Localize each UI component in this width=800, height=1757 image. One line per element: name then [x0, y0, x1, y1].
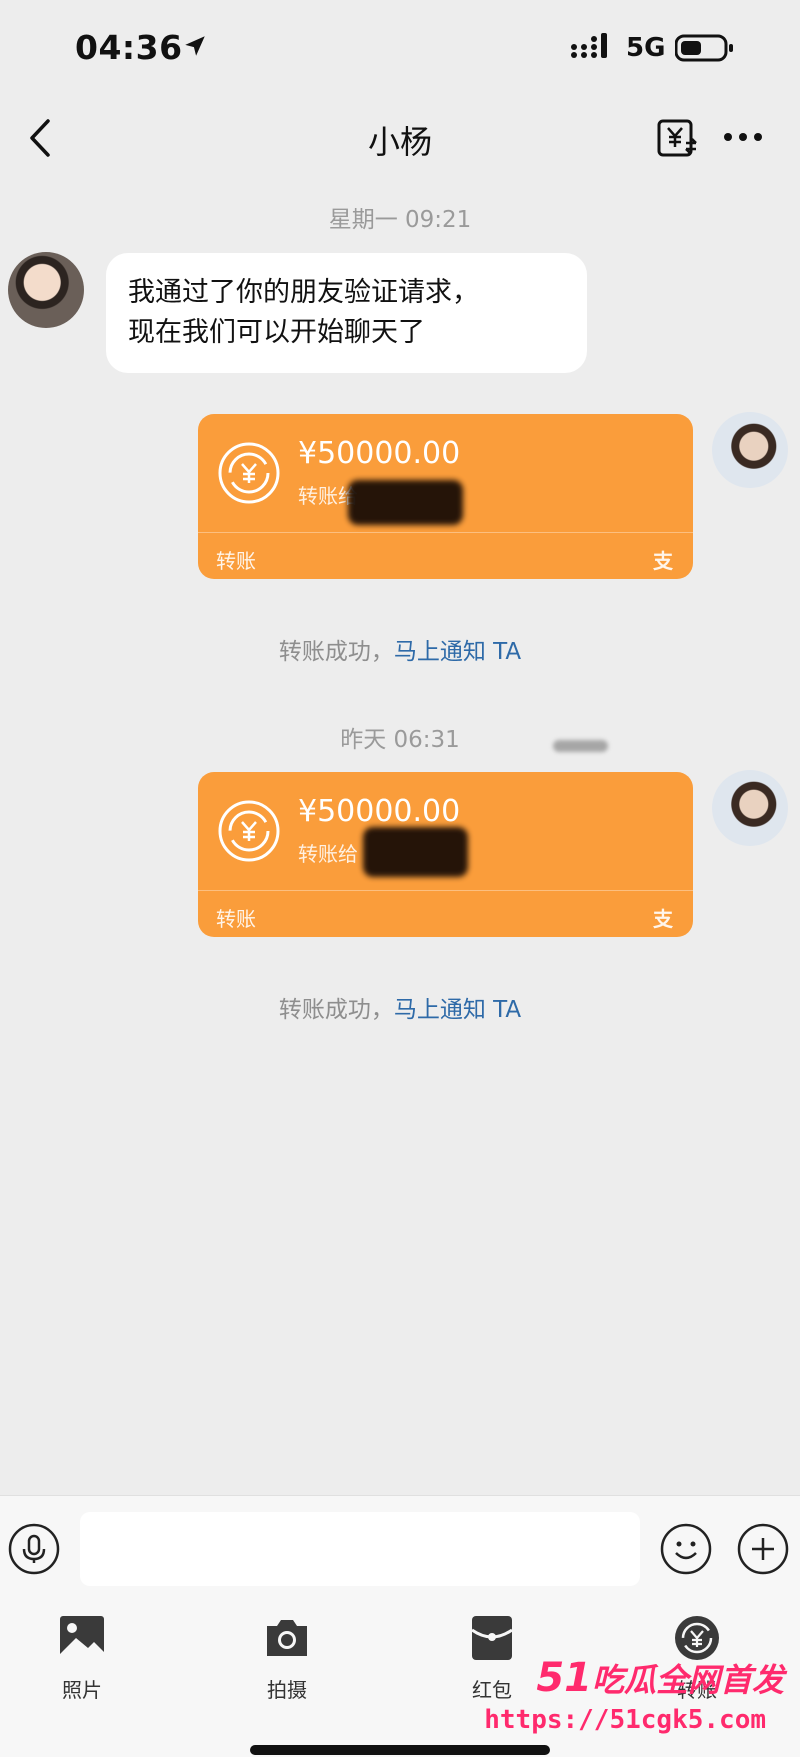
text-message-bubble[interactable]: 我通过了你的朋友验证请求， 现在我们可以开始聊天了	[106, 253, 587, 373]
watermark: 51吃瓜全网首发 https://51cgk5.com	[484, 1655, 792, 1745]
watermark-url: https://51cgk5.com	[484, 1705, 766, 1735]
home-indicator	[250, 1745, 550, 1755]
status-bar: 04:36 5G	[0, 0, 800, 95]
my-avatar[interactable]	[712, 770, 788, 846]
camera-icon	[267, 1620, 307, 1656]
plus-icon[interactable]	[737, 1523, 789, 1575]
transfer-card-footer: 转账 支	[198, 532, 693, 579]
my-avatar[interactable]	[712, 412, 788, 488]
message-input[interactable]	[80, 1512, 640, 1586]
transfer-label: 转账	[216, 907, 256, 931]
redaction-mark	[363, 827, 468, 877]
system-note-text: 转账成功，	[278, 997, 394, 1023]
transfer-card-body: ¥50000.00 转账给	[198, 772, 693, 890]
status-time: 04:36	[75, 28, 183, 67]
tool-label: 照片	[62, 1678, 102, 1702]
yuan-exchange-icon[interactable]	[656, 117, 698, 159]
transfer-card-footer: 转账 支	[198, 890, 693, 937]
message-line: 现在我们可以开始聊天了	[128, 317, 425, 348]
message-line: 我通过了你的朋友验证请求，	[128, 277, 479, 308]
notify-link[interactable]: 马上通知 TA	[394, 639, 521, 665]
transfer-label: 转账	[216, 549, 256, 573]
emoji-icon[interactable]	[660, 1523, 712, 1575]
signal-icon	[571, 33, 607, 58]
transfer-card[interactable]: ¥50000.00 转账给 转账 支	[198, 772, 693, 937]
transfer-icon	[218, 800, 280, 862]
transfer-amount: ¥50000.00	[298, 794, 461, 829]
transfer-note: 转账给	[298, 842, 358, 866]
transfer-card[interactable]: ¥50000.00 转账给 转账 支	[198, 414, 693, 579]
system-note: 转账成功，马上通知 TA	[0, 990, 800, 1024]
redaction-mark	[348, 480, 463, 525]
timestamp: 昨天 06:31	[340, 727, 460, 753]
battery-icon	[675, 34, 733, 62]
system-note-text: 转账成功，	[278, 639, 394, 665]
smudge-mark	[553, 740, 608, 752]
tool-camera[interactable]: 拍摄	[237, 1614, 337, 1724]
system-note: 转账成功，马上通知 TA	[0, 632, 800, 666]
tool-label: 拍摄	[267, 1678, 307, 1702]
tool-photo[interactable]: 照片	[32, 1614, 132, 1724]
more-options-icon[interactable]	[720, 125, 766, 149]
network-label: 5G	[626, 33, 666, 63]
location-arrow-icon	[185, 36, 205, 56]
alipay-icon: 支	[653, 907, 673, 931]
contact-avatar[interactable]	[8, 252, 84, 328]
alipay-icon: 支	[653, 549, 673, 573]
nav-bar: 小杨	[0, 95, 800, 185]
watermark-title: 51吃瓜全网首发	[536, 1655, 784, 1701]
notify-link[interactable]: 马上通知 TA	[394, 997, 521, 1023]
transfer-card-body: ¥50000.00 转账给	[198, 414, 693, 532]
photo-icon	[60, 1616, 104, 1660]
microphone-icon[interactable]	[8, 1523, 60, 1575]
input-bar	[0, 1495, 800, 1600]
transfer-amount: ¥50000.00	[298, 436, 461, 471]
transfer-icon	[218, 442, 280, 504]
timestamp: 星期一 09:21	[328, 207, 472, 233]
